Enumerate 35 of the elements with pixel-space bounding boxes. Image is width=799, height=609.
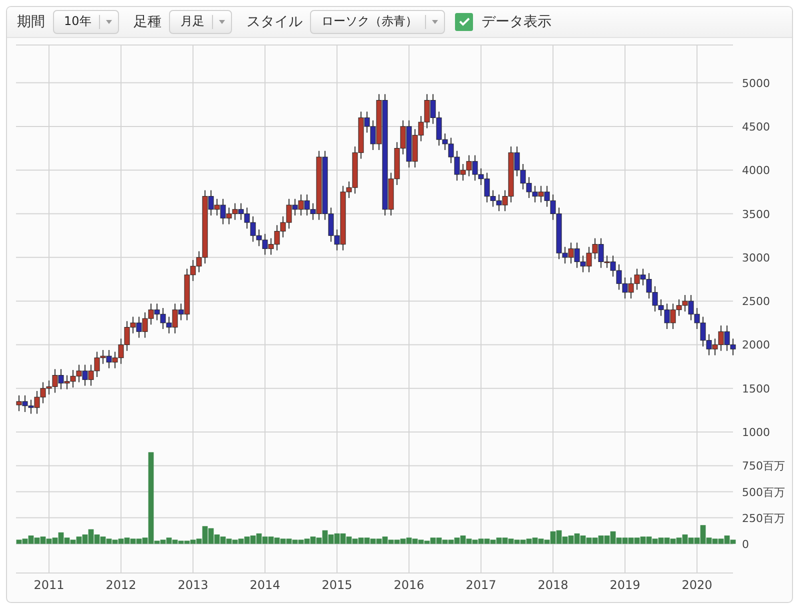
check-icon xyxy=(458,17,470,26)
axis-label: 250百万 xyxy=(742,511,785,524)
select-label: 期間 xyxy=(17,12,45,31)
caret-icon xyxy=(106,20,112,24)
caret-icon xyxy=(219,20,226,24)
year-label: 2015 xyxy=(322,578,352,592)
year-label: 2012 xyxy=(106,578,136,592)
axis-label: 1000 xyxy=(742,426,770,439)
axis-label: 3500 xyxy=(742,208,770,221)
year-label: 2017 xyxy=(466,578,496,592)
select-label: 足種 xyxy=(133,12,162,31)
axis-label: 1500 xyxy=(742,382,770,396)
year-label: 2013 xyxy=(178,578,208,592)
select-label: スタイル xyxy=(246,12,302,31)
axis-label: 4000 xyxy=(742,164,770,178)
dropdown[interactable]: 月足 xyxy=(169,10,232,34)
year-label: 2011 xyxy=(34,578,64,592)
year-label: 2018 xyxy=(538,578,568,592)
year-label: 2014 xyxy=(250,578,280,592)
axis-label: 0 xyxy=(742,537,749,550)
axis-label: 2500 xyxy=(742,294,770,308)
axis-label: 4500 xyxy=(742,120,770,134)
dropdown[interactable]: ローソク（赤青） xyxy=(310,10,446,34)
checkbox[interactable] xyxy=(455,12,474,31)
year-label: 2020 xyxy=(682,578,712,592)
axis-label: 2000 xyxy=(742,338,770,352)
checkbox-label: データ表示 xyxy=(481,12,552,31)
caret-icon xyxy=(432,20,438,24)
axis-label: 3000 xyxy=(742,251,770,264)
dropdown[interactable]: 10年 xyxy=(53,10,120,34)
year-label: 2019 xyxy=(610,578,640,592)
axis-label: 750百万 xyxy=(742,459,785,472)
axis-label: 5000 xyxy=(742,76,770,90)
year-label: 2016 xyxy=(394,578,424,592)
axis-label: 500百万 xyxy=(742,485,785,498)
